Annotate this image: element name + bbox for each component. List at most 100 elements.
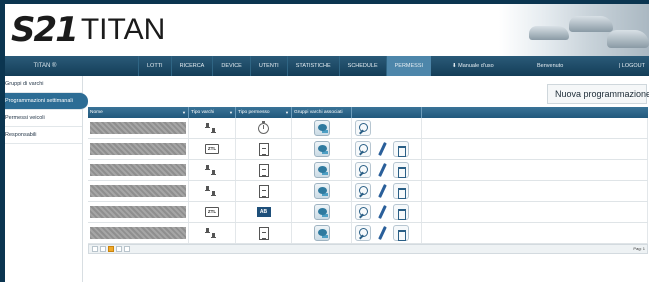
column-header-tipo-varchi[interactable]: Tipo varchi ▼ bbox=[189, 107, 236, 118]
nav-item-schedule[interactable]: SCHEDULE bbox=[338, 56, 386, 76]
column-header-tipo-permesso[interactable]: Tipo permesso ▼ bbox=[236, 107, 292, 118]
pencil-icon[interactable] bbox=[375, 204, 389, 220]
cell-actions bbox=[352, 139, 422, 159]
cell-tipo-varchi bbox=[189, 181, 236, 201]
cell-tipo-permesso bbox=[236, 223, 292, 243]
search-icon[interactable] bbox=[355, 141, 371, 157]
sidebar: Gruppi di varchi Programmazioni settiman… bbox=[5, 76, 88, 282]
table-row[interactable] bbox=[88, 223, 648, 244]
search-icon[interactable] bbox=[355, 225, 371, 241]
gate-icon bbox=[205, 122, 219, 134]
cell-tipo-permesso bbox=[236, 139, 292, 159]
column-header-nome[interactable]: Nome ▼ bbox=[88, 107, 189, 118]
table-header: Nome ▼ Tipo varchi ▼ Tipo permesso ▼ Gruppi… bbox=[88, 107, 648, 118]
logout-link[interactable]: | LOGOUT bbox=[619, 56, 645, 76]
trash-icon[interactable] bbox=[393, 204, 409, 220]
app-label: TITAN ® bbox=[33, 63, 57, 69]
search-icon[interactable] bbox=[355, 120, 371, 136]
last-page-button[interactable] bbox=[124, 246, 130, 252]
clock-icon bbox=[258, 120, 269, 134]
redacted-name bbox=[90, 122, 186, 134]
sort-icon[interactable]: ▼ bbox=[229, 107, 233, 118]
cell-nome bbox=[88, 223, 189, 243]
header: S21 TITAN bbox=[5, 4, 649, 56]
search-icon[interactable] bbox=[355, 162, 371, 178]
cell-filler bbox=[422, 223, 648, 243]
sidebar-item-programmazioni[interactable]: Programmazioni settimanali bbox=[5, 93, 88, 110]
sort-icon[interactable]: ▼ bbox=[182, 107, 186, 118]
trash-icon[interactable] bbox=[393, 183, 409, 199]
cell-nome bbox=[88, 118, 189, 138]
cell-tipo-varchi: ZTL bbox=[189, 139, 236, 159]
cell-actions bbox=[352, 181, 422, 201]
group-gates-icon[interactable] bbox=[313, 162, 330, 178]
pencil-icon[interactable] bbox=[375, 141, 389, 157]
cell-filler bbox=[422, 181, 648, 201]
nav-item-device[interactable]: DEVICE bbox=[212, 56, 249, 76]
cell-actions bbox=[352, 223, 422, 243]
cell-tipo-varchi bbox=[189, 118, 236, 138]
nav-item-lotti[interactable]: LOTTI bbox=[138, 56, 171, 76]
sidebar-item-permessi-veicoli[interactable]: Permessi veicoli bbox=[5, 110, 82, 127]
next-page-button[interactable] bbox=[116, 246, 122, 252]
current-page[interactable] bbox=[108, 246, 114, 252]
document-icon bbox=[258, 142, 269, 156]
sidebar-item-gruppi-varchi[interactable]: Gruppi di varchi bbox=[5, 76, 82, 93]
cell-actions bbox=[352, 202, 422, 222]
group-gates-icon[interactable] bbox=[313, 120, 330, 136]
ztl-icon: ZTL bbox=[205, 207, 219, 217]
redacted-name bbox=[90, 143, 186, 155]
table-row[interactable] bbox=[88, 181, 648, 202]
sidebar-item-responsabili[interactable]: Responsabili bbox=[5, 127, 82, 144]
trash-icon[interactable] bbox=[393, 162, 409, 178]
app-frame: S21 TITAN TITAN ® LOTTI RICERCA DEVICE U… bbox=[5, 4, 649, 282]
search-icon[interactable] bbox=[355, 204, 371, 220]
first-page-button[interactable] bbox=[92, 246, 98, 252]
pencil-icon[interactable] bbox=[375, 225, 389, 241]
page-size-label: Pag: 1 bbox=[633, 246, 645, 251]
manual-link[interactable]: ⬇ Manuale d'uso bbox=[452, 56, 494, 76]
cell-actions bbox=[352, 160, 422, 180]
column-header-gruppi-varchi[interactable]: Gruppi varchi associati bbox=[292, 107, 352, 118]
brand-name: TITAN bbox=[80, 13, 166, 46]
pencil-icon[interactable] bbox=[375, 183, 389, 199]
cell-nome bbox=[88, 181, 189, 201]
pencil-icon[interactable] bbox=[375, 162, 389, 178]
cell-filler bbox=[422, 202, 648, 222]
redacted-name bbox=[90, 227, 186, 239]
new-schedule-button[interactable]: Nuova programmazione bbox=[547, 84, 649, 104]
brand-logo: S21 TITAN bbox=[11, 10, 166, 50]
cell-gruppi-varchi bbox=[292, 139, 352, 159]
table-row[interactable]: ZTL AB bbox=[88, 202, 648, 223]
group-gates-icon[interactable] bbox=[313, 183, 330, 199]
document-icon bbox=[258, 163, 269, 177]
cell-tipo-permesso bbox=[236, 118, 292, 138]
redacted-name bbox=[90, 164, 186, 176]
sort-icon[interactable]: ▼ bbox=[285, 107, 289, 118]
document-icon bbox=[258, 226, 269, 240]
cell-gruppi-varchi bbox=[292, 223, 352, 243]
document-icon bbox=[258, 184, 269, 198]
trash-icon[interactable] bbox=[393, 225, 409, 241]
welcome-text: Benvenuto bbox=[537, 63, 564, 69]
nav-item-utenti[interactable]: UTENTI bbox=[249, 56, 287, 76]
pager: Pag: 1 bbox=[88, 244, 648, 254]
table-row[interactable] bbox=[88, 160, 648, 181]
new-schedule-label: Nuova programmazione bbox=[555, 89, 649, 99]
table-body: ZTL ZTL AB bbox=[88, 118, 648, 244]
nav-item-ricerca[interactable]: RICERCA bbox=[170, 56, 213, 76]
gate-icon bbox=[205, 164, 219, 176]
cell-tipo-permesso bbox=[236, 160, 292, 180]
trash-icon[interactable] bbox=[393, 141, 409, 157]
cell-filler bbox=[422, 160, 648, 180]
group-gates-icon[interactable] bbox=[313, 225, 330, 241]
search-icon[interactable] bbox=[355, 183, 371, 199]
table-row[interactable]: ZTL bbox=[88, 139, 648, 160]
group-gates-icon[interactable] bbox=[313, 204, 330, 220]
nav-item-permessi[interactable]: PERMESSI bbox=[385, 56, 432, 76]
cell-gruppi-varchi bbox=[292, 202, 352, 222]
nav-item-statistiche[interactable]: STATISTICHE bbox=[286, 56, 339, 76]
prev-page-button[interactable] bbox=[100, 246, 106, 252]
table-row[interactable] bbox=[88, 118, 648, 139]
group-gates-icon[interactable] bbox=[313, 141, 330, 157]
